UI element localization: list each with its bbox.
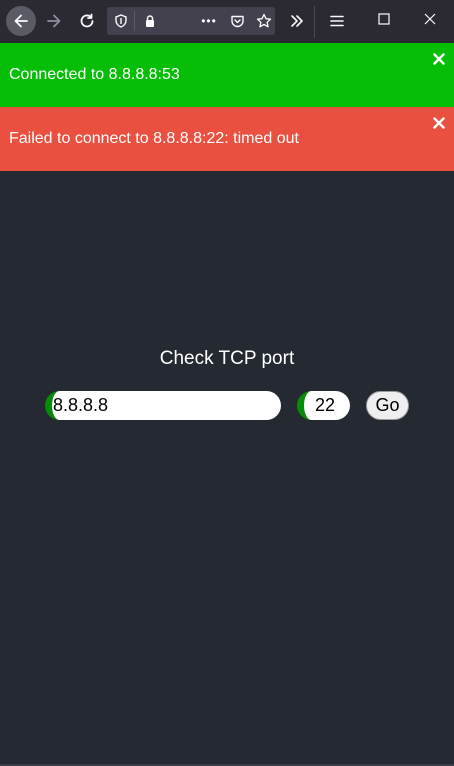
close-window-button[interactable] [417,8,443,30]
reload-icon [80,13,94,28]
hamburger-menu-icon [330,15,344,27]
back-button[interactable] [6,6,36,36]
success-notification-text: Connected to 8.8.8.8:53 [9,66,180,83]
lock-icon[interactable] [139,7,161,35]
app-menu-button[interactable] [322,6,352,36]
go-button[interactable]: Go [366,391,409,420]
error-notification-text: Failed to connect to 8.8.8.8:22: timed o… [9,130,299,147]
toolbar-separator [314,6,315,38]
host-input-wrapper [45,391,281,420]
maximize-icon [378,13,390,25]
pocket-icon[interactable] [226,7,248,35]
reload-button[interactable] [72,6,102,36]
page-title: Check TCP port [159,348,295,369]
port-input-wrapper [297,391,350,420]
bookmark-star-icon[interactable] [253,7,275,35]
tracking-shield-icon[interactable] [110,7,132,35]
overflow-menu-button[interactable] [282,6,312,36]
success-notification: Connected to 8.8.8.8:53 [0,43,454,107]
close-icon[interactable] [432,116,446,130]
arrow-left-icon [14,14,28,28]
port-input[interactable] [304,391,350,420]
close-icon [424,13,436,25]
page-actions-button[interactable]: ••• [198,7,220,35]
chevron-double-right-icon [291,15,303,27]
host-input[interactable] [52,391,281,420]
error-notification: Failed to connect to 8.8.8.8:22: timed o… [0,107,454,171]
url-bar[interactable]: ••• [107,7,275,35]
forward-button[interactable] [39,6,69,36]
close-icon[interactable] [432,52,446,66]
maximize-button[interactable] [371,8,397,30]
url-divider [134,11,135,31]
browser-toolbar: ••• [0,0,454,44]
arrow-right-icon [47,14,61,28]
